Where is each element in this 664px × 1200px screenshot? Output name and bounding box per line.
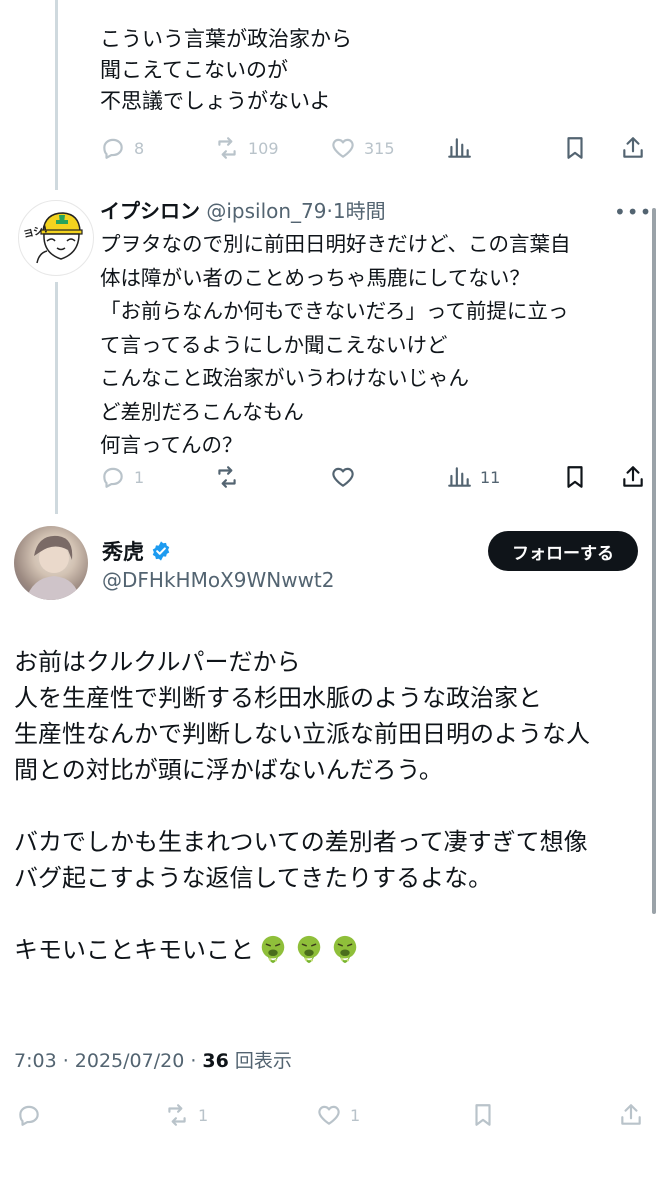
- tweet2-display-name[interactable]: イプシロン: [100, 199, 200, 223]
- tweet2-text: プヲタなので別に前田日明好きだけど、この言葉自 体は障がい者のことめっちゃ馬鹿に…: [100, 232, 571, 457]
- tweet1-actions: 8 109 315: [100, 128, 650, 168]
- tweet-meta: 7:03 · 2025/07/20 · 36 回表示: [14, 1046, 292, 1073]
- like-button[interactable]: 1: [316, 1095, 360, 1135]
- tweet1-text: こういう言葉が政治家から 聞こえてこないのが 不思議でしょうがないよ: [100, 27, 352, 113]
- retweet-count: 109: [248, 138, 279, 158]
- vomiting-face-icon: [261, 935, 285, 964]
- heart-icon: [318, 1105, 340, 1125]
- reply-icon: [19, 1105, 39, 1126]
- reply-icon: [103, 467, 123, 488]
- bookmark-button[interactable]: [562, 457, 588, 497]
- text-line: バグ起こすような返信してきたりするよな。: [14, 864, 493, 892]
- reply-button[interactable]: 1: [100, 457, 144, 497]
- analytics-icon: [448, 467, 471, 487]
- thread-line-top: [55, 0, 58, 190]
- vomiting-face-icon: [297, 935, 321, 964]
- analytics-button[interactable]: 11: [446, 457, 500, 497]
- share-icon: [623, 466, 643, 487]
- emoji-row: [258, 934, 360, 964]
- like-button[interactable]: 315: [330, 128, 395, 168]
- main-display-name-row: 秀虎: [102, 536, 172, 566]
- bookmark-button[interactable]: [562, 128, 588, 168]
- retweet-button[interactable]: 109: [214, 128, 279, 168]
- retweet-count: 1: [198, 1105, 209, 1125]
- text-line: バカでしかも生まれついての差別者って凄すぎて想像: [14, 828, 588, 856]
- heart-icon: [332, 138, 354, 158]
- tweet-timestamp[interactable]: 7:03 · 2025/07/20 ·: [14, 1050, 202, 1072]
- thread-line-middle: [55, 282, 58, 514]
- views-count: 11: [480, 467, 501, 487]
- main-paragraph-1: お前はクルクルパーだから 人を生産性で判断する杉田水脈のような政治家と 生産性な…: [14, 644, 654, 788]
- tweet2-handle[interactable]: @ipsilon_79: [206, 199, 326, 223]
- scrollbar[interactable]: [652, 208, 656, 914]
- text-line: 間との対比が頭に浮かばないんだろう。: [14, 756, 443, 784]
- heart-icon: [332, 467, 354, 487]
- bookmark-button[interactable]: [470, 1095, 496, 1135]
- share-button[interactable]: [620, 128, 646, 168]
- main-tweet-actions: 1 1: [14, 1095, 654, 1135]
- analytics-icon: [448, 138, 471, 158]
- bookmark-icon: [567, 137, 583, 159]
- reply-count: 1: [134, 467, 145, 487]
- reply-count: 8: [134, 138, 145, 158]
- share-button[interactable]: [620, 457, 646, 497]
- retweet-icon: [218, 137, 236, 159]
- retweet-button[interactable]: [214, 457, 240, 497]
- verified-badge-icon: [152, 541, 170, 561]
- text-line: キモいことキモいこと: [14, 936, 254, 964]
- tweet2-header: イプシロン @ipsilon_79·1時間: [100, 196, 386, 226]
- more-options-icon[interactable]: •••: [614, 200, 652, 224]
- bookmark-icon: [475, 1104, 491, 1126]
- tweet2-actions: 1 11: [100, 457, 650, 497]
- views-label: 回表示: [234, 1050, 292, 1072]
- reply-icon: [103, 138, 123, 159]
- main-paragraph-2: バカでしかも生まれついての差別者って凄すぎて想像 バグ起こすような返信してきたり…: [14, 824, 654, 896]
- share-button[interactable]: [618, 1095, 644, 1135]
- text-line: お前はクルクルパーだから: [14, 648, 301, 676]
- views-count: 36: [202, 1050, 229, 1072]
- share-icon: [621, 1104, 641, 1125]
- retweet-icon: [168, 1104, 186, 1126]
- retweet-button[interactable]: 1: [164, 1095, 208, 1135]
- vomiting-face-icon: [333, 935, 357, 964]
- main-display-name[interactable]: 秀虎: [102, 536, 144, 566]
- profile-photo-icon: [26, 535, 80, 600]
- tweet2-time[interactable]: ·1時間: [327, 199, 386, 223]
- text-line: 人を生産性で判断する杉田水脈のような政治家と: [14, 684, 542, 712]
- follow-button[interactable]: フォローする: [488, 531, 638, 571]
- avatar[interactable]: ヨシ!: [18, 200, 94, 276]
- analytics-button[interactable]: [446, 128, 472, 168]
- like-count: 1: [350, 1105, 361, 1125]
- like-button[interactable]: [330, 457, 356, 497]
- retweet-icon: [218, 466, 236, 488]
- main-paragraph-3: キモいことキモいこと: [14, 932, 654, 968]
- text-line: 生産性なんかで判断しない立派な前田日明のような人: [14, 720, 590, 748]
- main-handle[interactable]: @DFHkHMoX9WNwwt2: [102, 568, 335, 592]
- main-tweet-text: お前はクルクルパーだから 人を生産性で判断する杉田水脈のような政治家と 生産性な…: [14, 644, 654, 968]
- avatar[interactable]: [14, 526, 88, 600]
- share-icon: [623, 137, 643, 158]
- like-count: 315: [364, 138, 395, 158]
- reply-button[interactable]: [16, 1095, 42, 1135]
- bookmark-icon: [567, 466, 583, 488]
- reply-button[interactable]: 8: [100, 128, 144, 168]
